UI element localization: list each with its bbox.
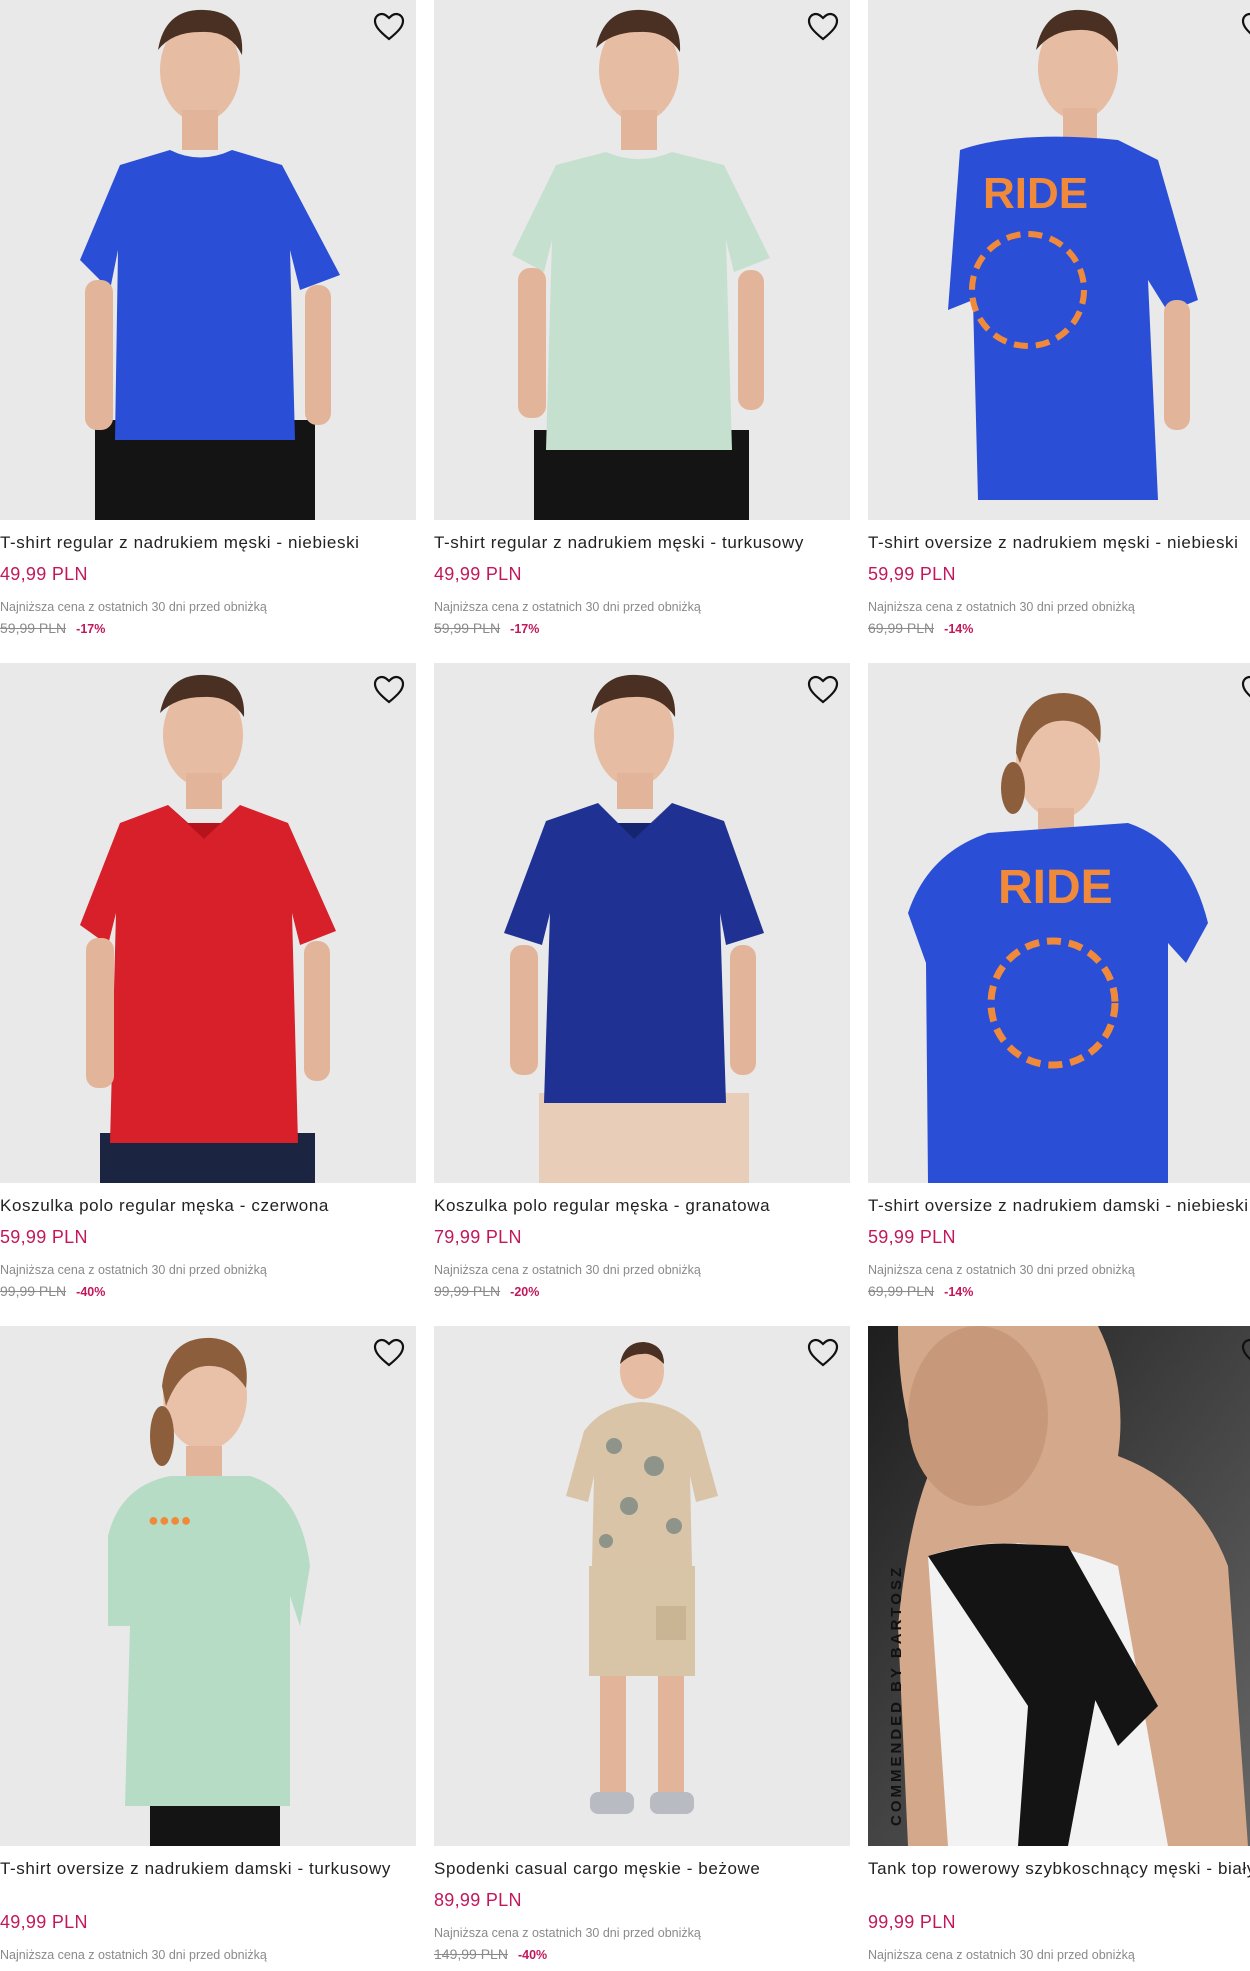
- product-price: 59,99 PLN: [0, 1227, 88, 1247]
- product-image[interactable]: [0, 663, 416, 1183]
- product-card[interactable]: RIDE T-shirt oversize z nadrukiem męski …: [868, 0, 1250, 650]
- wishlist-heart-icon[interactable]: [371, 672, 407, 708]
- print-text: RIDE: [998, 861, 1113, 914]
- discount-badge: -17%: [510, 622, 540, 636]
- product-image[interactable]: [434, 663, 850, 1183]
- discount-badge: -40%: [76, 1285, 106, 1299]
- old-price-row: 59,99 PLN -17%: [0, 620, 105, 636]
- print-text: RIDE: [983, 169, 1088, 218]
- lowest-price-label: Najniższa cena z ostatnich 30 dni przed …: [0, 1948, 267, 1962]
- discount-badge: -14%: [944, 1285, 974, 1299]
- product-title[interactable]: T-shirt oversize z nadrukiem damski - ni…: [868, 1195, 1250, 1217]
- discount-badge: -40%: [517, 1948, 548, 1962]
- product-image[interactable]: [434, 1326, 850, 1846]
- product-price: 49,99 PLN: [0, 1912, 88, 1932]
- print-text: ●●●●: [148, 1510, 192, 1530]
- product-title[interactable]: Koszulka polo regular męska - czerwona: [0, 1195, 416, 1217]
- promo-badge-text: COMMENDED BY BARTOSZ: [888, 1564, 905, 1826]
- product-price: 79,99 PLN: [434, 1227, 522, 1247]
- old-price: 59,99 PLN: [434, 620, 501, 636]
- product-card[interactable]: COMMENDED BY BARTOSZ Tank top rowerowy s…: [868, 1326, 1250, 1971]
- wishlist-heart-icon[interactable]: [371, 9, 407, 45]
- old-price-row: 69,99 PLN -14%: [868, 620, 973, 636]
- product-card[interactable]: Koszulka polo regular męska - czerwona 5…: [0, 663, 416, 1313]
- product-price: 59,99 PLN: [868, 1227, 956, 1247]
- product-title[interactable]: T-shirt oversize z nadrukiem męski - nie…: [868, 532, 1250, 554]
- old-price: 99,99 PLN: [0, 1283, 67, 1299]
- lowest-price-label: Najniższa cena z ostatnich 30 dni przed …: [868, 1263, 1135, 1277]
- product-price: 99,99 PLN: [868, 1912, 956, 1932]
- product-title[interactable]: Tank top rowerowy szybkoschnący męski - …: [868, 1858, 1250, 1880]
- product-card[interactable]: T-shirt regular z nadrukiem męski - turk…: [434, 0, 850, 650]
- lowest-price-label: Najniższa cena z ostatnich 30 dni przed …: [0, 1263, 267, 1277]
- product-price: 49,99 PLN: [0, 564, 88, 584]
- lowest-price-label: Najniższa cena z ostatnich 30 dni przed …: [434, 600, 701, 614]
- product-title[interactable]: Koszulka polo regular męska - granatowa: [434, 1195, 850, 1217]
- product-card[interactable]: Spodenki casual cargo męskie - beżowe 89…: [434, 1326, 850, 1971]
- wishlist-heart-icon[interactable]: [1239, 9, 1250, 45]
- product-image[interactable]: RIDE: [868, 0, 1250, 520]
- old-price-row: 99,99 PLN -40%: [0, 1283, 105, 1299]
- lowest-price-label: Najniższa cena z ostatnich 30 dni przed …: [868, 600, 1135, 614]
- product-card[interactable]: Koszulka polo regular męska - granatowa …: [434, 663, 850, 1313]
- product-image[interactable]: ●●●●: [0, 1326, 416, 1846]
- lowest-price-label: Najniższa cena z ostatnich 30 dni przed …: [434, 1926, 701, 1940]
- wishlist-heart-icon[interactable]: [805, 9, 841, 45]
- old-price: 59,99 PLN: [0, 620, 67, 636]
- lowest-price-label: Najniższa cena z ostatnich 30 dni przed …: [868, 1948, 1135, 1962]
- wishlist-heart-icon[interactable]: [805, 672, 841, 708]
- old-price-row: 59,99 PLN -17%: [434, 620, 539, 636]
- old-price-row: 69,99 PLN -14%: [868, 1283, 973, 1299]
- product-image[interactable]: [868, 1326, 1250, 1846]
- discount-badge: -14%: [944, 622, 974, 636]
- product-card[interactable]: RIDE T-shirt oversize z nadrukiem damski…: [868, 663, 1250, 1313]
- lowest-price-label: Najniższa cena z ostatnich 30 dni przed …: [434, 1263, 701, 1277]
- product-grid: T-shirt regular z nadrukiem męski - nieb…: [0, 0, 1250, 1971]
- product-card[interactable]: ●●●● T-shirt oversize z nadrukiem damski…: [0, 1326, 416, 1971]
- old-price: 69,99 PLN: [868, 1283, 935, 1299]
- lowest-price-label: Najniższa cena z ostatnich 30 dni przed …: [0, 600, 267, 614]
- product-card[interactable]: T-shirt regular z nadrukiem męski - nieb…: [0, 0, 416, 650]
- old-price-row: 99,99 PLN -20%: [434, 1283, 539, 1299]
- product-price: 49,99 PLN: [434, 564, 522, 584]
- wishlist-heart-icon[interactable]: [1239, 672, 1250, 708]
- product-image[interactable]: RIDE: [868, 663, 1250, 1183]
- old-price: 149,99 PLN: [434, 1946, 508, 1962]
- wishlist-heart-icon[interactable]: [1239, 1335, 1250, 1371]
- product-price: 59,99 PLN: [868, 564, 956, 584]
- product-title[interactable]: Spodenki casual cargo męskie - beżowe: [434, 1858, 850, 1880]
- product-image[interactable]: [434, 0, 850, 520]
- discount-badge: -20%: [510, 1285, 540, 1299]
- wishlist-heart-icon[interactable]: [805, 1335, 841, 1371]
- old-price-row: 149,99 PLN -40%: [434, 1946, 547, 1962]
- product-price: 89,99 PLN: [434, 1890, 522, 1910]
- old-price: 99,99 PLN: [434, 1283, 501, 1299]
- old-price: 69,99 PLN: [868, 620, 935, 636]
- discount-badge: -17%: [76, 622, 106, 636]
- product-title[interactable]: T-shirt regular z nadrukiem męski - turk…: [434, 532, 850, 554]
- product-title[interactable]: T-shirt regular z nadrukiem męski - nieb…: [0, 532, 416, 554]
- product-title[interactable]: T-shirt oversize z nadrukiem damski - tu…: [0, 1858, 416, 1880]
- wishlist-heart-icon[interactable]: [371, 1335, 407, 1371]
- product-image[interactable]: [0, 0, 416, 520]
